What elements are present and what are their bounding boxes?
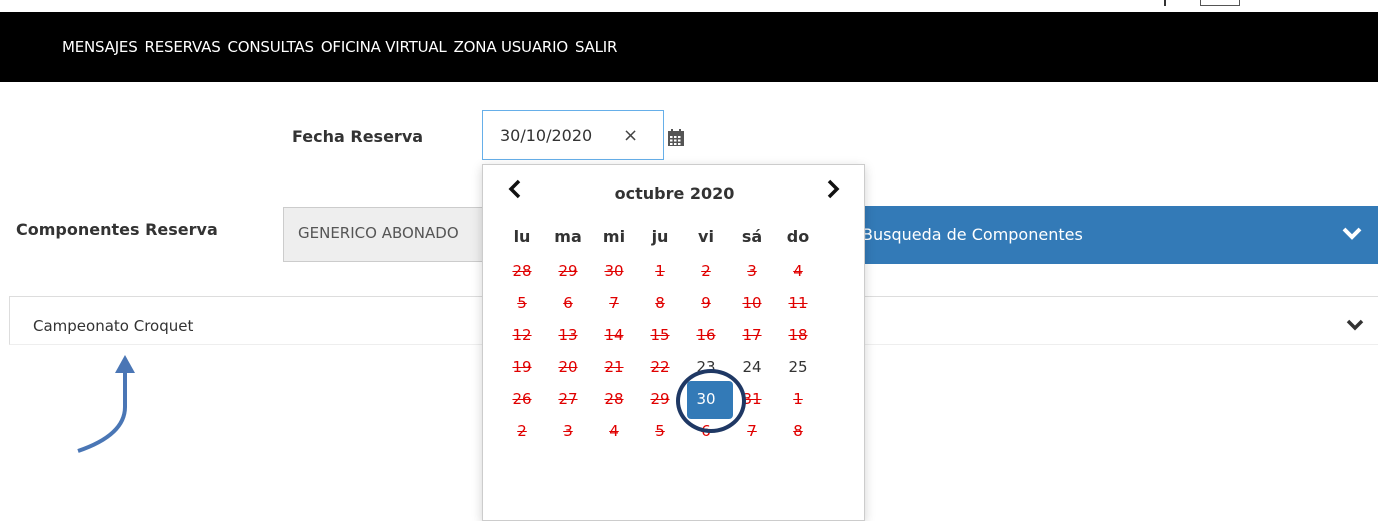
busqueda-componentes-label: Busqueda de Componentes xyxy=(862,225,1083,244)
day-cell: 19 xyxy=(512,358,532,376)
nav-item-mensajes[interactable]: MENSAJES xyxy=(62,38,138,56)
weekday-header: sá xyxy=(741,227,763,246)
weekday-header: do xyxy=(786,227,810,246)
day-cell: 30 xyxy=(604,262,624,280)
day-cell: 3 xyxy=(747,262,757,280)
day-cell: 18 xyxy=(788,326,808,344)
day-cell: 22 xyxy=(650,358,670,376)
chevron-down-icon xyxy=(1346,319,1364,331)
day-cell: 13 xyxy=(558,326,578,344)
fecha-reserva-input[interactable]: 30/10/2020 × xyxy=(482,110,664,160)
weekday-header: ju xyxy=(651,227,669,246)
top-fragment xyxy=(0,0,1378,12)
day-cell: 20 xyxy=(558,358,578,376)
day-cell: 2 xyxy=(517,422,527,440)
day-cell: 2 xyxy=(701,262,711,280)
list-item-label: Campeonato Croquet xyxy=(33,317,194,335)
datepicker-header: octubre 2020 xyxy=(483,165,866,205)
day-cell[interactable]: 25 xyxy=(775,351,821,383)
componentes-select[interactable]: GENERICO ABONADO xyxy=(283,207,503,262)
nav-item-reservas[interactable]: RESERVAS xyxy=(145,38,221,56)
day-cell: 28 xyxy=(512,262,532,280)
weekday-header: vi xyxy=(698,227,714,246)
day-cell: 21 xyxy=(604,358,624,376)
day-cell: 4 xyxy=(793,262,803,280)
chevron-down-icon xyxy=(1342,227,1362,240)
day-cell: 1 xyxy=(793,390,803,408)
day-cell: 1 xyxy=(655,262,665,280)
day-cell: 5 xyxy=(655,422,665,440)
arrow-annotation-icon xyxy=(77,355,135,453)
day-cell: 5 xyxy=(517,294,527,312)
day-cell: 9 xyxy=(701,294,711,312)
day-cell: 28 xyxy=(604,390,624,408)
day-cell: 14 xyxy=(604,326,624,344)
day-cell: 16 xyxy=(696,326,716,344)
day-cell: 4 xyxy=(609,422,619,440)
day-cell: 6 xyxy=(563,294,573,312)
day-cell: 11 xyxy=(788,294,808,312)
day-cell: 10 xyxy=(742,294,762,312)
datepicker-title[interactable]: octubre 2020 xyxy=(483,184,866,203)
busqueda-componentes-toggle[interactable]: Busqueda de Componentes xyxy=(850,206,1378,264)
weekday-header: ma xyxy=(554,227,582,246)
day-cell: 29 xyxy=(558,262,578,280)
nav-item-oficina-virtual[interactable]: OFICINA VIRTUAL xyxy=(321,38,447,56)
datepicker-popup: octubre 2020 lu ma mi ju vi sá do 28 29 30 1 2 3 4 5 6 7… xyxy=(482,164,865,521)
fragment-box xyxy=(1200,0,1240,6)
nav-item-zona-usuario[interactable]: ZONA USUARIO xyxy=(454,38,569,56)
top-navbar: MENSAJES RESERVAS CONSULTAS OFICINA VIRT… xyxy=(0,12,1378,82)
calendar-icon[interactable] xyxy=(666,128,686,148)
day-cell: 3 xyxy=(563,422,573,440)
componentes-select-value: GENERICO ABONADO xyxy=(298,224,459,242)
nav-item-consultas[interactable]: CONSULTAS xyxy=(228,38,314,56)
day-cell: 8 xyxy=(793,422,803,440)
fragment-mark xyxy=(1160,0,1166,6)
day-cell: 8 xyxy=(655,294,665,312)
componentes-reserva-label: Componentes Reserva xyxy=(16,220,218,239)
highlight-circle xyxy=(676,369,746,433)
day-cell-selected[interactable]: 30 xyxy=(676,369,746,433)
day-cell: 15 xyxy=(650,326,670,344)
weekday-header: mi xyxy=(602,227,626,246)
day-cell: 27 xyxy=(558,390,578,408)
fecha-reserva-value: 30/10/2020 xyxy=(500,125,593,145)
day-cell: 7 xyxy=(609,294,619,312)
clear-date-icon[interactable]: × xyxy=(623,125,638,146)
nav-item-salir[interactable]: SALIR xyxy=(575,38,617,56)
fecha-reserva-label: Fecha Reserva xyxy=(292,127,424,146)
datepicker-grid: lu ma mi ju vi sá do 28 29 30 1 2 3 4 5 6 7 8 9 10 11 12 13 14 1… xyxy=(499,223,821,447)
day-cell: 17 xyxy=(742,326,762,344)
day-cell: 12 xyxy=(512,326,532,344)
next-month-icon[interactable] xyxy=(817,177,847,201)
day-cell: 26 xyxy=(512,390,532,408)
weekday-header: lu xyxy=(513,227,531,246)
